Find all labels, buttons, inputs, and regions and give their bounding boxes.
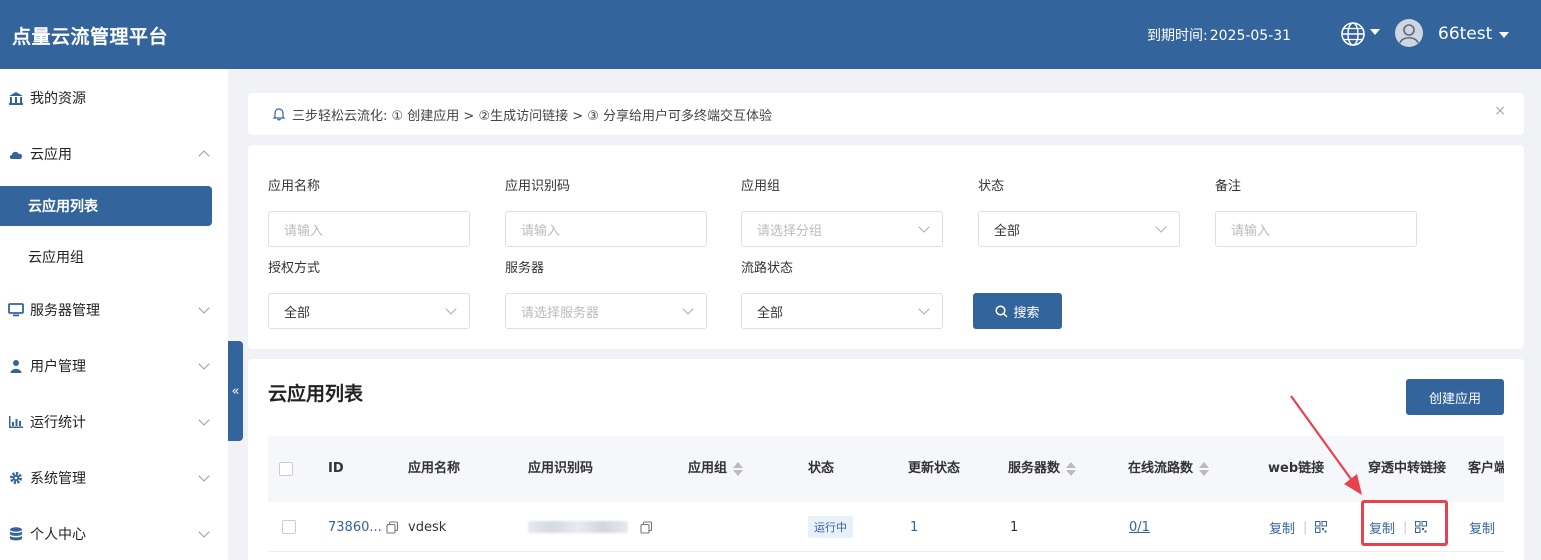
highlight-box [1361, 500, 1448, 546]
annotation-arrow-icon [1290, 395, 1362, 495]
